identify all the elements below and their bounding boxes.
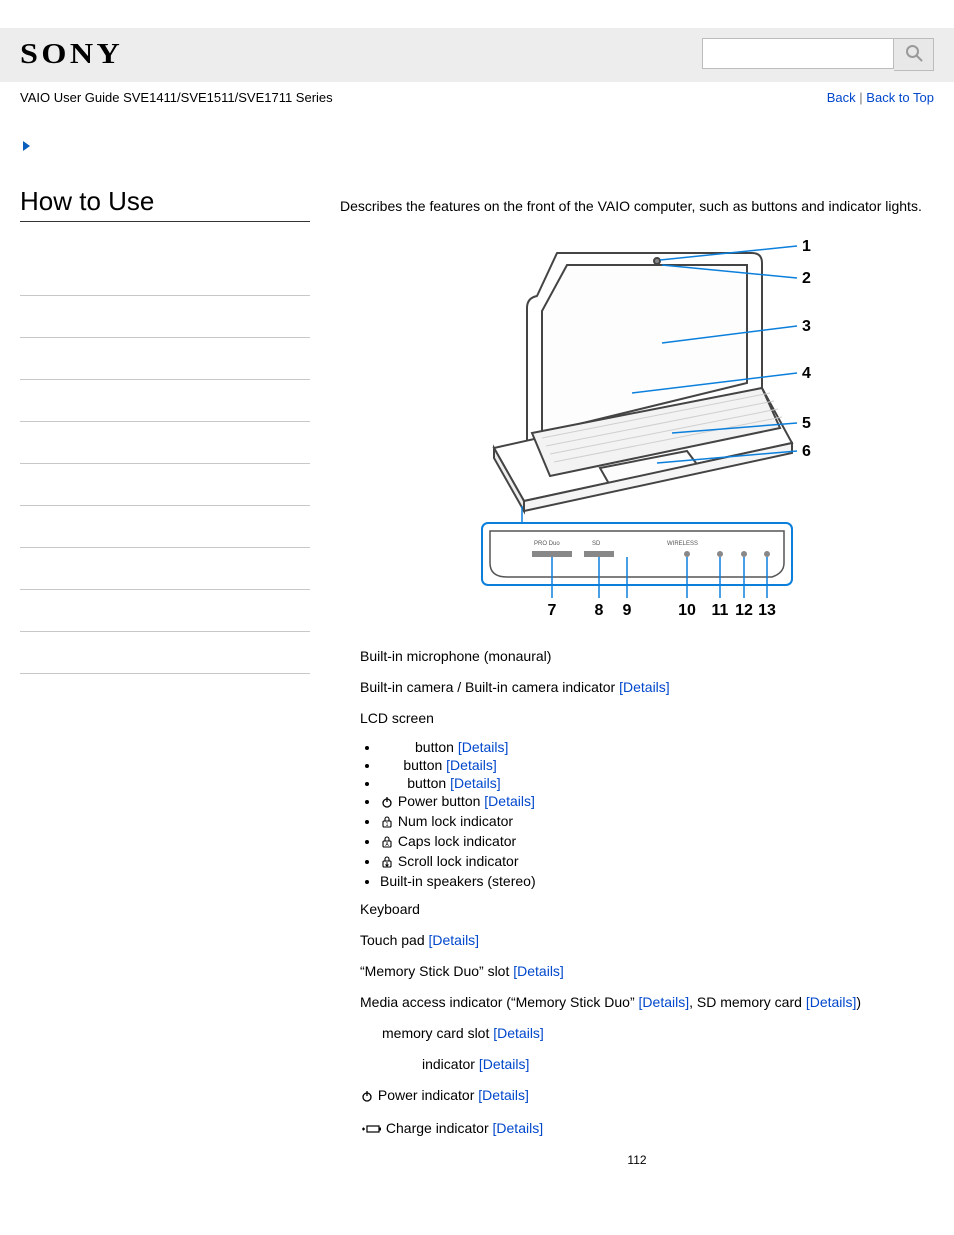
numlock-icon: 1 — [380, 815, 394, 831]
details-link[interactable]: [Details] — [513, 963, 564, 979]
sidebar-item[interactable] — [20, 254, 310, 296]
item-power-ind: Power indicator [Details] — [360, 1085, 934, 1108]
breadcrumb-chevron-icon — [20, 141, 34, 156]
guide-title: VAIO User Guide SVE1411/SVE1511/SVE1711 … — [20, 90, 333, 105]
diag-label-7: 7 — [548, 602, 557, 619]
details-link[interactable]: [Details] — [450, 775, 501, 791]
sidebar-item[interactable] — [20, 548, 310, 590]
sidebar-item[interactable] — [20, 422, 310, 464]
diag-label-8: 8 — [595, 602, 604, 619]
item-charge-ind: Charge indicator [Details] — [360, 1118, 934, 1141]
power-icon — [380, 795, 394, 811]
item-assist-btn: button [Details] — [380, 739, 934, 755]
item-sd-slot: memory card slot [Details] — [382, 1023, 934, 1044]
panel-label-wireless: WIRELESS — [667, 541, 698, 547]
diag-label-5: 5 — [802, 415, 811, 432]
capslock-icon: A — [380, 835, 394, 851]
details-link[interactable]: [Details] — [446, 757, 497, 773]
scrolllock-icon — [380, 855, 394, 871]
sidebar-item[interactable] — [20, 506, 310, 548]
charge-icon — [360, 1120, 382, 1141]
details-link[interactable]: [Details] — [479, 1056, 530, 1072]
power-icon — [360, 1087, 374, 1108]
page-number: 112 — [340, 1153, 934, 1167]
details-link[interactable]: [Details] — [429, 932, 480, 948]
top-nav-links: Back | Back to Top — [827, 90, 934, 105]
item-numlock: 1 Num lock indicator — [380, 813, 934, 831]
intro-text: Describes the features on the front of t… — [340, 196, 934, 217]
item-mic: Built-in microphone (monaural) — [360, 646, 934, 667]
diag-label-2: 2 — [802, 270, 811, 287]
item-keyboard: Keyboard — [360, 899, 934, 920]
sub-list: button [Details] button [Details] button… — [340, 739, 934, 889]
item-web-btn: button [Details] — [380, 757, 934, 773]
parts-list: Built-in microphone (monaural) Built-in … — [340, 646, 934, 1141]
back-to-top-link[interactable]: Back to Top — [866, 90, 934, 105]
diag-label-13: 13 — [758, 602, 776, 619]
diag-label-12: 12 — [735, 602, 753, 619]
search-button[interactable] — [894, 38, 934, 71]
item-speakers: Built-in speakers (stereo) — [380, 873, 934, 889]
item-camera: Built-in camera / Built-in camera indica… — [360, 677, 934, 698]
sidebar-item[interactable] — [20, 380, 310, 422]
details-link[interactable]: [Details] — [458, 739, 509, 755]
front-diagram: 1 2 3 4 5 6 — [462, 233, 812, 626]
sidebar-nav — [20, 254, 310, 674]
sidebar-item[interactable] — [20, 338, 310, 380]
panel-label-produo: PRO Duo — [534, 541, 560, 547]
item-vaio-btn: button [Details] — [380, 775, 934, 791]
item-power-btn: Power button [Details] — [380, 793, 934, 811]
details-link[interactable]: [Details] — [619, 679, 670, 695]
diag-label-6: 6 — [802, 443, 811, 460]
item-media-access: Media access indicator (“Memory Stick Du… — [360, 992, 934, 1013]
details-link[interactable]: [Details] — [484, 793, 535, 809]
panel-label-sd: SD — [592, 541, 601, 547]
section-title: How to Use — [20, 186, 310, 222]
item-lcd: LCD screen — [360, 708, 934, 729]
item-capslock: A Caps lock indicator — [380, 833, 934, 851]
item-msslot: “Memory Stick Duo” slot [Details] — [360, 961, 934, 982]
diag-label-4: 4 — [802, 365, 811, 382]
diag-label-11: 11 — [712, 602, 729, 619]
back-link[interactable]: Back — [827, 90, 856, 105]
diag-label-3: 3 — [802, 318, 811, 335]
sidebar-item[interactable] — [20, 464, 310, 506]
item-wireless-ind: indicator [Details] — [422, 1054, 934, 1075]
diag-label-1: 1 — [802, 238, 811, 255]
details-link[interactable]: [Details] — [493, 1120, 544, 1136]
search-input[interactable] — [702, 38, 894, 69]
details-link[interactable]: [Details] — [639, 994, 690, 1010]
sidebar-item[interactable] — [20, 590, 310, 632]
sidebar-item[interactable] — [20, 296, 310, 338]
details-link[interactable]: [Details] — [493, 1025, 544, 1041]
svg-text:1: 1 — [386, 822, 389, 828]
diag-label-10: 10 — [678, 602, 696, 619]
brand-logo: SONY — [20, 39, 123, 71]
diag-label-9: 9 — [623, 602, 632, 619]
item-touchpad: Touch pad [Details] — [360, 930, 934, 951]
item-scrolllock: Scroll lock indicator — [380, 853, 934, 871]
search-icon — [905, 44, 923, 65]
details-link[interactable]: [Details] — [478, 1087, 529, 1103]
details-link[interactable]: [Details] — [806, 994, 857, 1010]
sidebar-item[interactable] — [20, 632, 310, 674]
